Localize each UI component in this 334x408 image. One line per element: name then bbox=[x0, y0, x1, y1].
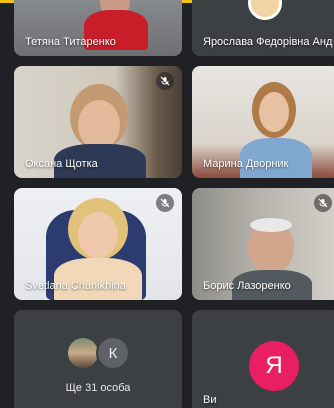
mic-off-icon bbox=[156, 194, 174, 212]
more-participants-tile[interactable]: К Ще 31 особа bbox=[14, 310, 182, 408]
participant-name: Ви bbox=[203, 394, 217, 406]
participant-tile[interactable]: Svetlana Chunikhina bbox=[14, 188, 182, 300]
mic-off-icon bbox=[314, 194, 332, 212]
participant-tile[interactable]: Тетяна Титаренко bbox=[14, 0, 182, 56]
participant-name: Svetlana Chunikhina bbox=[25, 280, 126, 292]
participant-name: Борис Лазоренко bbox=[203, 280, 291, 292]
participant-name: Ярослава Федорівна Анд bbox=[203, 36, 333, 48]
avatar bbox=[66, 336, 100, 370]
participant-tile[interactable]: Оксана Щотка bbox=[14, 66, 182, 178]
mic-off-icon bbox=[156, 72, 174, 90]
self-avatar: Я bbox=[249, 341, 299, 391]
participant-name: Тетяна Титаренко bbox=[25, 36, 116, 48]
participant-name: Оксана Щотка bbox=[25, 158, 98, 170]
participant-name: Марина Дворник bbox=[203, 158, 289, 170]
participant-tile[interactable]: Ярослава Федорівна Анд bbox=[192, 0, 334, 56]
participant-tile[interactable]: Борис Лазоренко bbox=[192, 188, 334, 300]
participant-tile[interactable]: Марина Дворник bbox=[192, 66, 334, 178]
avatar: К bbox=[96, 336, 130, 370]
participant-avatar-stack: К bbox=[66, 336, 136, 370]
self-tile[interactable]: Я Ви bbox=[192, 310, 334, 408]
more-participants-label: Ще 31 особа bbox=[65, 382, 131, 394]
